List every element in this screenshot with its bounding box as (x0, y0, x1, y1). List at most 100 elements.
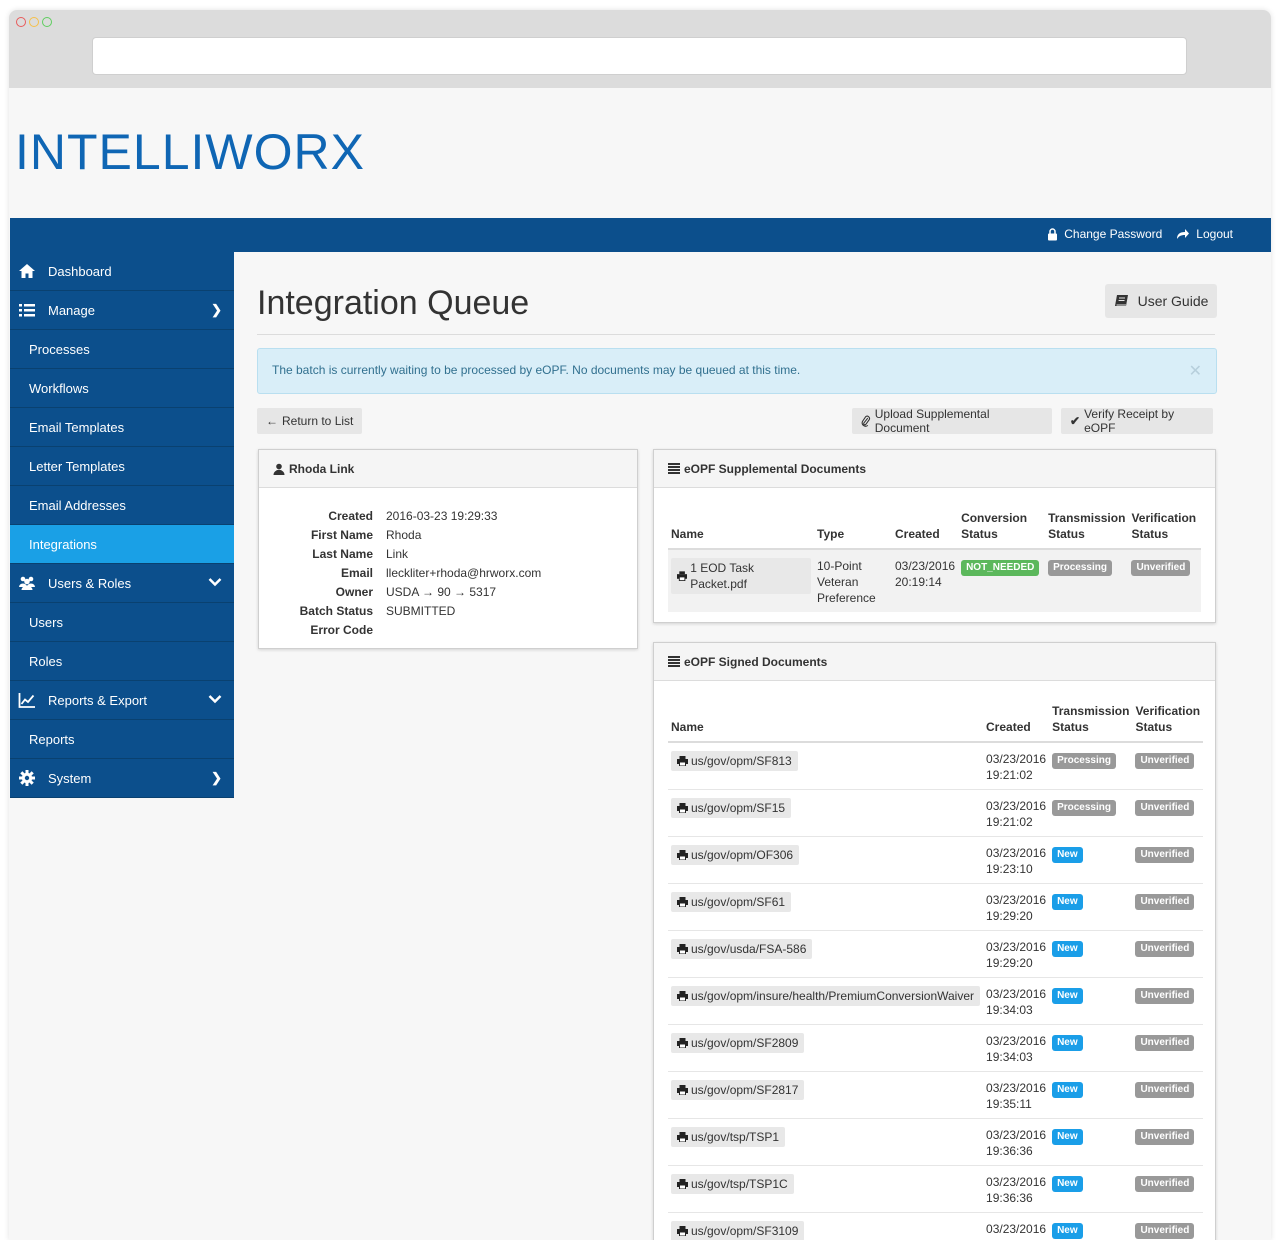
sidebar-item-workflows[interactable]: Workflows (10, 369, 234, 408)
sidebar-item-label: Users & Roles (48, 575, 132, 591)
user-guide-button[interactable]: User Guide (1105, 284, 1217, 318)
printer-icon (677, 803, 688, 813)
document-link[interactable]: us/gov/opm/SF2809 (671, 1033, 805, 1053)
verification-status-badge: Unverified (1135, 800, 1195, 816)
maximize-window-dot[interactable] (42, 17, 52, 27)
verification-status-badge: Unverified (1135, 941, 1195, 957)
created-time: 20:19:14 (895, 575, 942, 589)
sidebar-item-dashboard[interactable]: Dashboard (10, 252, 234, 291)
return-to-list-button[interactable]: ← Return to List (257, 408, 363, 434)
document-link[interactable]: us/gov/tsp/TSP1C (671, 1174, 794, 1194)
detail-row: Batch Status SUBMITTED (259, 601, 637, 620)
browser-chrome (9, 10, 1271, 88)
verify-receipt-button[interactable]: ✔ Verify Receipt by eOPF (1061, 407, 1213, 435)
transmission-status-badge: New (1052, 1129, 1083, 1145)
document-link[interactable]: us/gov/opm/SF813 (671, 751, 798, 771)
sidebar-item-reports[interactable]: Reports (10, 720, 234, 759)
created-time: 19:36:36 (986, 1144, 1033, 1158)
created-time: 19:36:36 (986, 1191, 1033, 1205)
sidebar-item-processes[interactable]: Processes (10, 330, 234, 369)
list-doc-icon (668, 463, 680, 474)
sidebar-item-integrations[interactable]: Integrations (10, 525, 234, 564)
chevron-right-icon: ❯ (211, 302, 222, 317)
check-icon: ✔ (1070, 414, 1081, 428)
document-link[interactable]: us/gov/opm/OF306 (671, 845, 800, 865)
created-time: 19:23:10 (986, 862, 1033, 876)
close-window-dot[interactable] (16, 17, 26, 27)
created-date: 03/23/2016 (986, 846, 1047, 860)
document-link[interactable]: us/gov/opm/insure/health/PremiumConversi… (671, 986, 981, 1006)
created-date: 03/23/2016 (986, 987, 1047, 1001)
sidebar-item-label: Users (29, 614, 63, 630)
sidebar-item-reports-export[interactable]: Reports & Export (10, 681, 234, 720)
sidebar-item-label: Reports (29, 731, 75, 747)
sidebar-item-system[interactable]: System ❯ (10, 759, 234, 798)
transmission-status-badge: New (1052, 988, 1083, 1004)
created-time: 19:35:11 (986, 1097, 1032, 1111)
document-link[interactable]: us/gov/tsp/TSP1 (671, 1127, 786, 1147)
document-link[interactable]: us/gov/opm/SF3109 (671, 1221, 805, 1240)
table-row: us/gov/opm/SF61 03/23/2016 19:29:20 New Unve… (668, 883, 1204, 931)
detail-key: Owner (335, 584, 373, 599)
created-time: 19:34:03 (986, 1003, 1033, 1017)
verification-status-badge: Unverified (1135, 1035, 1195, 1051)
gear-icon (19, 770, 35, 786)
user-guide-label: User Guide (1137, 293, 1209, 309)
logout-link[interactable]: Logout (1176, 227, 1233, 241)
document-link[interactable]: us/gov/usda/FSA-586 (671, 939, 813, 959)
person-name: Rhoda Link (289, 461, 355, 476)
sidebar-nav: Dashboard Manage ❯ Processes Workflows E… (10, 252, 234, 798)
document-link[interactable]: us/gov/opm/SF61 (671, 892, 792, 912)
sidebar-item-letter-templates[interactable]: Letter Templates (10, 447, 234, 486)
col-name: Name (668, 699, 984, 743)
document-name: us/gov/opm/SF3109 (691, 1224, 799, 1238)
document-type: 10-Point Veteran Preference (814, 548, 892, 612)
sidebar-item-label: Processes (29, 341, 90, 357)
sidebar-item-email-templates[interactable]: Email Templates (10, 408, 234, 447)
sidebar-item-users[interactable]: Users (10, 603, 234, 642)
printer-icon (677, 1038, 688, 1048)
home-icon (19, 264, 35, 278)
sidebar-item-roles[interactable]: Roles (10, 642, 234, 681)
document-link[interactable]: us/gov/opm/SF15 (671, 798, 792, 818)
col-verification: Verification Status (1132, 699, 1204, 743)
table-row: 1 EOD Task Packet.pdf 10-Point Veteran P… (668, 548, 1201, 612)
document-name: us/gov/opm/SF61 (691, 895, 786, 909)
created-date: 03/23/2016 (895, 559, 956, 573)
table-header-row: Name Created Transmission Status Verific… (668, 699, 1204, 743)
change-password-link[interactable]: Change Password (1047, 227, 1162, 241)
col-name: Name (668, 506, 814, 550)
paperclip-icon (861, 415, 871, 427)
brand-logo[interactable]: INTELLIWORX (15, 123, 365, 181)
sidebar-item-email-addresses[interactable]: Email Addresses (10, 486, 234, 525)
sidebar-item-users-roles[interactable]: Users & Roles (10, 564, 234, 603)
detail-value: USDA → 90 → 5317 (386, 584, 497, 599)
minimize-window-dot[interactable] (29, 17, 39, 27)
printer-icon (677, 991, 688, 1001)
table-row: us/gov/tsp/TSP1 03/23/2016 19:36:36 New Unve… (668, 1118, 1204, 1166)
verification-status-badge: Unverified (1135, 1082, 1195, 1098)
arrow-left-icon: ← (266, 414, 278, 428)
document-link[interactable]: 1 EOD Task Packet.pdf (671, 558, 811, 594)
printer-icon (677, 897, 688, 907)
transmission-status-badge: New (1052, 847, 1083, 863)
transmission-status-badge: Processing (1048, 560, 1112, 576)
document-name: us/gov/tsp/TSP1C (691, 1177, 788, 1191)
title-divider (257, 334, 1215, 335)
transmission-status-badge: New (1052, 894, 1083, 910)
list-icon (19, 304, 35, 317)
supplemental-table: Name Type Created Conversion Status Tran… (668, 506, 1201, 612)
signed-title: eOPF Signed Documents (684, 654, 828, 669)
upload-supplemental-button[interactable]: Upload Supplemental Document (852, 407, 1052, 435)
document-link[interactable]: us/gov/opm/SF2817 (671, 1080, 805, 1100)
chevron-down-icon (208, 692, 222, 707)
created-time: 19:29:20 (986, 909, 1033, 923)
close-icon[interactable]: ✕ (1189, 361, 1202, 381)
verification-status-badge: Unverified (1135, 1223, 1195, 1239)
address-bar[interactable] (92, 37, 1187, 75)
document-name: us/gov/opm/insure/health/PremiumConversi… (691, 989, 975, 1003)
printer-icon (677, 756, 688, 766)
sidebar-item-manage[interactable]: Manage ❯ (10, 291, 234, 330)
document-name: us/gov/opm/SF2817 (691, 1083, 799, 1097)
transmission-status-badge: New (1052, 1176, 1083, 1192)
